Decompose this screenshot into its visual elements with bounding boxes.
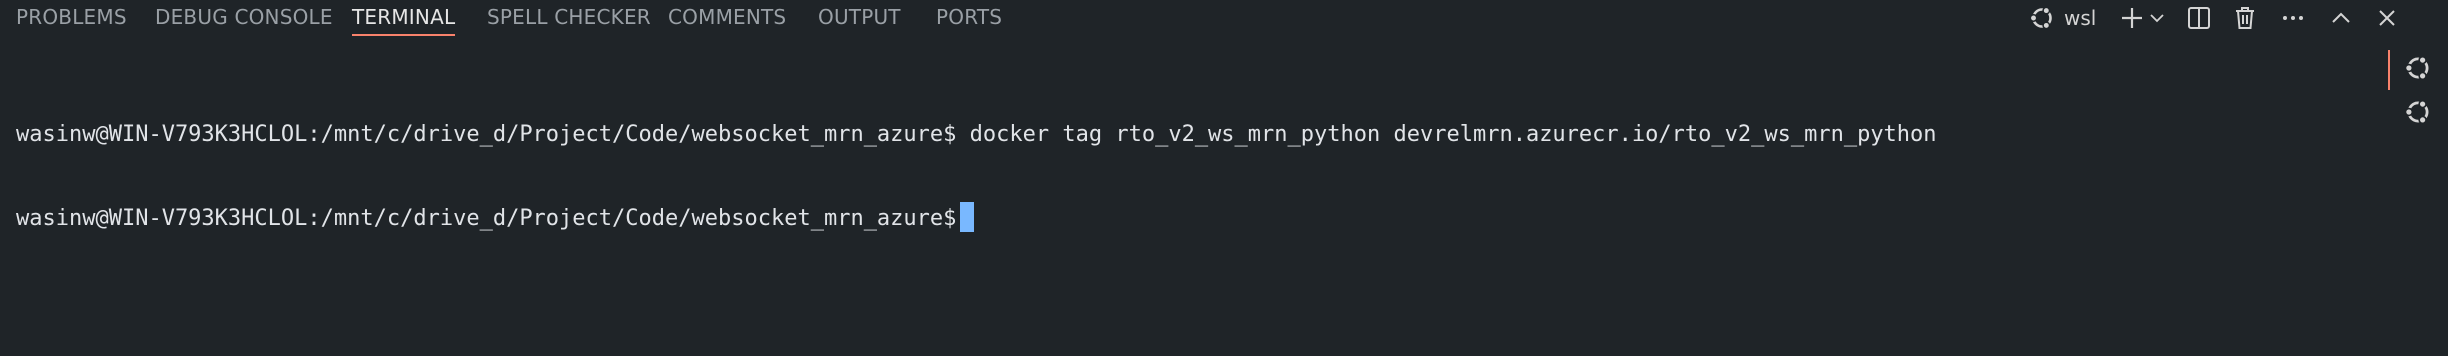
terminal-tabs-list <box>2388 48 2448 136</box>
tab-output[interactable]: OUTPUT <box>818 0 901 36</box>
terminal-prompt: wasinw@WIN-V793K3HCLOL:/mnt/c/drive_d/Pr… <box>16 206 957 231</box>
new-terminal-button[interactable] <box>2118 4 2146 32</box>
terminal-panel: PROBLEMS DEBUG CONSOLE TERMINAL SPELL CH… <box>0 0 2448 356</box>
terminal-instance-2[interactable] <box>2388 92 2448 136</box>
more-actions-button[interactable] <box>2276 4 2310 32</box>
ubuntu-icon <box>2403 53 2433 87</box>
close-panel-button[interactable] <box>2370 4 2404 32</box>
tab-terminal[interactable]: TERMINAL <box>352 0 456 36</box>
chevron-down-icon <box>2148 9 2166 27</box>
tab-comments[interactable]: COMMENTS <box>668 0 786 36</box>
panel-actions: wsl <box>2028 0 2448 36</box>
terminal-line: wasinw@WIN-V793K3HCLOL:/mnt/c/drive_d/Pr… <box>16 122 1937 147</box>
launch-profile-dropdown[interactable] <box>2146 4 2168 32</box>
tab-problems[interactable]: PROBLEMS <box>16 0 127 36</box>
terminal-profile-button[interactable]: wsl <box>2028 4 2096 32</box>
terminal-prompt-line: wasinw@WIN-V793K3HCLOL:/mnt/c/drive_d/Pr… <box>16 202 1937 236</box>
kill-terminal-button[interactable] <box>2228 4 2262 32</box>
split-terminal-button[interactable] <box>2182 4 2216 32</box>
split-icon <box>2186 5 2212 31</box>
ubuntu-icon <box>2028 4 2056 32</box>
chevron-up-icon <box>2328 5 2354 31</box>
close-icon <box>2374 5 2400 31</box>
trash-icon <box>2232 5 2258 31</box>
tab-ports[interactable]: PORTS <box>936 0 1002 36</box>
terminal-instance-1[interactable] <box>2388 48 2448 92</box>
terminal-profile-label: wsl <box>2064 6 2097 30</box>
tab-spell-checker[interactable]: SPELL CHECKER <box>487 0 651 36</box>
tab-debug-console[interactable]: DEBUG CONSOLE <box>155 0 333 36</box>
plus-icon <box>2119 5 2145 31</box>
ellipsis-icon <box>2280 5 2306 31</box>
terminal-output[interactable]: wasinw@WIN-V793K3HCLOL:/mnt/c/drive_d/Pr… <box>16 68 1937 286</box>
maximize-panel-button[interactable] <box>2324 4 2358 32</box>
terminal-cursor <box>960 202 975 232</box>
ubuntu-icon <box>2403 97 2433 131</box>
